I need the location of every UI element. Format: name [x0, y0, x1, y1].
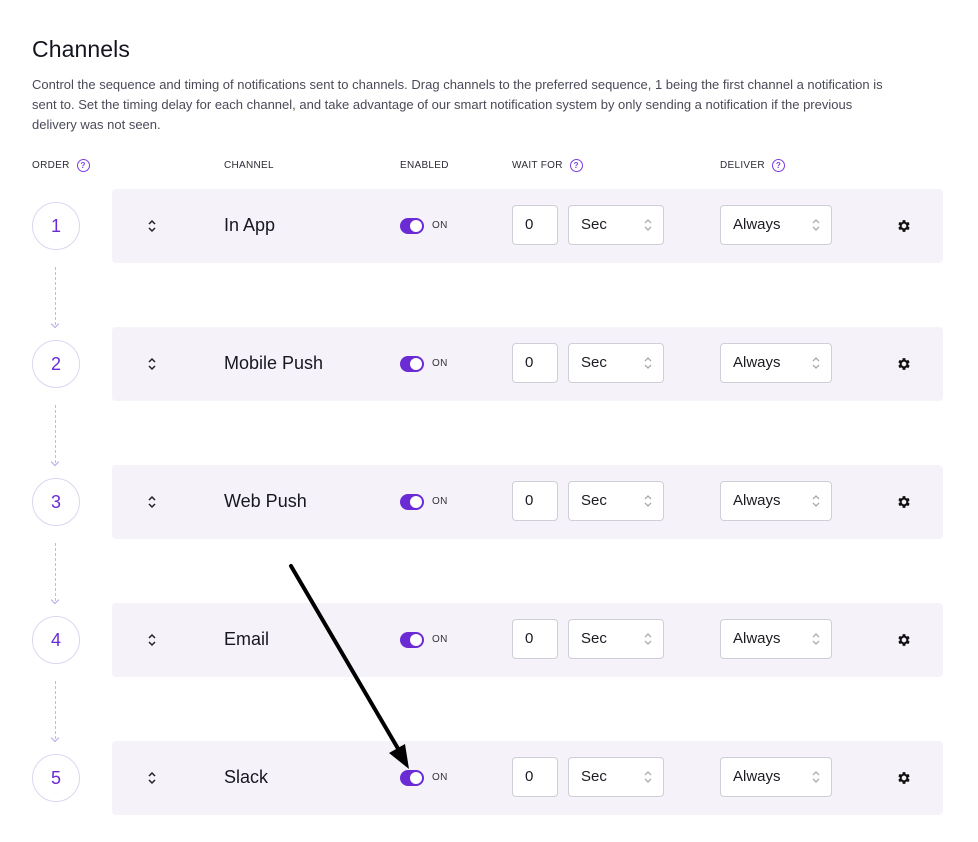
- enabled-toggle[interactable]: [400, 494, 424, 510]
- channel-row[interactable]: Slack ON 0 Sec Always: [112, 741, 943, 815]
- wait-unit-select[interactable]: Sec: [568, 619, 664, 659]
- enabled-state-label: ON: [432, 220, 448, 231]
- gear-icon[interactable]: [896, 494, 912, 510]
- enabled-state-label: ON: [432, 358, 448, 369]
- wait-value-input[interactable]: 0: [512, 343, 558, 383]
- deliver-select[interactable]: Always: [720, 619, 832, 659]
- page-title: Channels: [32, 36, 130, 62]
- column-header-wait-for-label: WAIT FOR: [512, 159, 563, 171]
- wait-unit-value: Sec: [581, 630, 607, 647]
- drag-handle-icon[interactable]: [147, 770, 157, 786]
- toggle-knob: [410, 220, 422, 232]
- select-caret-icon: [643, 218, 653, 232]
- order-connector: [55, 681, 56, 739]
- wait-unit-value: Sec: [581, 768, 607, 785]
- channel-row[interactable]: Email ON 0 Sec Always: [112, 603, 943, 677]
- wait-unit-value: Sec: [581, 216, 607, 233]
- enabled-state-label: ON: [432, 772, 448, 783]
- deliver-select[interactable]: Always: [720, 481, 832, 521]
- channel-name: Mobile Push: [224, 353, 324, 373]
- order-number: 1: [32, 202, 80, 250]
- deliver-select[interactable]: Always: [720, 757, 832, 797]
- wait-unit-value: Sec: [581, 492, 607, 509]
- page-description: Control the sequence and timing of notif…: [32, 77, 883, 132]
- enabled-toggle[interactable]: [400, 632, 424, 648]
- toggle-knob: [410, 634, 422, 646]
- enabled-state-label: ON: [432, 634, 448, 645]
- toggle-knob: [410, 772, 422, 784]
- channel-name: Email: [224, 629, 270, 649]
- channel-name: Slack: [224, 767, 269, 787]
- column-header-channel: CHANNEL: [224, 158, 274, 172]
- column-header-enabled: ENABLED: [400, 158, 449, 172]
- wait-unit-select[interactable]: Sec: [568, 757, 664, 797]
- wait-unit-select[interactable]: Sec: [568, 343, 664, 383]
- deliver-value: Always: [733, 630, 781, 647]
- column-header-channel-label: CHANNEL: [224, 159, 274, 171]
- channel-name: Web Push: [224, 491, 307, 511]
- enabled-state-label: ON: [432, 496, 448, 507]
- wait-value-input[interactable]: 0: [512, 481, 558, 521]
- select-caret-icon: [811, 218, 821, 232]
- wait-value-input[interactable]: 0: [512, 205, 558, 245]
- drag-handle-icon[interactable]: [147, 218, 157, 234]
- drag-handle-icon[interactable]: [147, 632, 157, 648]
- column-header-order-label: ORDER: [32, 159, 70, 171]
- select-caret-icon: [811, 494, 821, 508]
- select-caret-icon: [643, 356, 653, 370]
- column-header-wait-for: WAIT FOR ?: [512, 158, 583, 172]
- select-caret-icon: [643, 770, 653, 784]
- select-caret-icon: [811, 356, 821, 370]
- channel-row[interactable]: In App ON 0 Sec Always: [112, 189, 943, 263]
- wait-value-input[interactable]: 0: [512, 757, 558, 797]
- enabled-toggle[interactable]: [400, 770, 424, 786]
- deliver-value: Always: [733, 492, 781, 509]
- column-header-deliver-label: DELIVER: [720, 159, 765, 171]
- column-header-deliver: DELIVER ?: [720, 158, 785, 172]
- help-icon[interactable]: ?: [771, 158, 785, 172]
- deliver-value: Always: [733, 354, 781, 371]
- gear-icon[interactable]: [896, 770, 912, 786]
- wait-unit-select[interactable]: Sec: [568, 481, 664, 521]
- help-icon[interactable]: ?: [569, 158, 583, 172]
- wait-value-input[interactable]: 0: [512, 619, 558, 659]
- select-caret-icon: [811, 770, 821, 784]
- wait-unit-value: Sec: [581, 354, 607, 371]
- order-number: 5: [32, 754, 80, 802]
- order-number: 4: [32, 616, 80, 664]
- gear-icon[interactable]: [896, 356, 912, 372]
- order-connector: [55, 543, 56, 601]
- order-connector: [55, 267, 56, 325]
- deliver-select[interactable]: Always: [720, 205, 832, 245]
- toggle-knob: [410, 496, 422, 508]
- select-caret-icon: [643, 494, 653, 508]
- channel-name: In App: [224, 215, 276, 235]
- drag-handle-icon[interactable]: [147, 494, 157, 510]
- channel-row[interactable]: Web Push ON 0 Sec Always: [112, 465, 943, 539]
- channel-row[interactable]: Mobile Push ON 0 Sec Always: [112, 327, 943, 401]
- wait-unit-select[interactable]: Sec: [568, 205, 664, 245]
- toggle-knob: [410, 358, 422, 370]
- enabled-toggle[interactable]: [400, 356, 424, 372]
- help-icon[interactable]: ?: [76, 158, 90, 172]
- gear-icon[interactable]: [896, 632, 912, 648]
- column-header-order: ORDER ?: [32, 158, 90, 172]
- enabled-toggle[interactable]: [400, 218, 424, 234]
- order-number: 2: [32, 340, 80, 388]
- select-caret-icon: [643, 632, 653, 646]
- column-header-enabled-label: ENABLED: [400, 159, 449, 171]
- order-number: 3: [32, 478, 80, 526]
- deliver-value: Always: [733, 216, 781, 233]
- drag-handle-icon[interactable]: [147, 356, 157, 372]
- deliver-select[interactable]: Always: [720, 343, 832, 383]
- order-connector: [55, 405, 56, 463]
- deliver-value: Always: [733, 768, 781, 785]
- select-caret-icon: [811, 632, 821, 646]
- gear-icon[interactable]: [896, 218, 912, 234]
